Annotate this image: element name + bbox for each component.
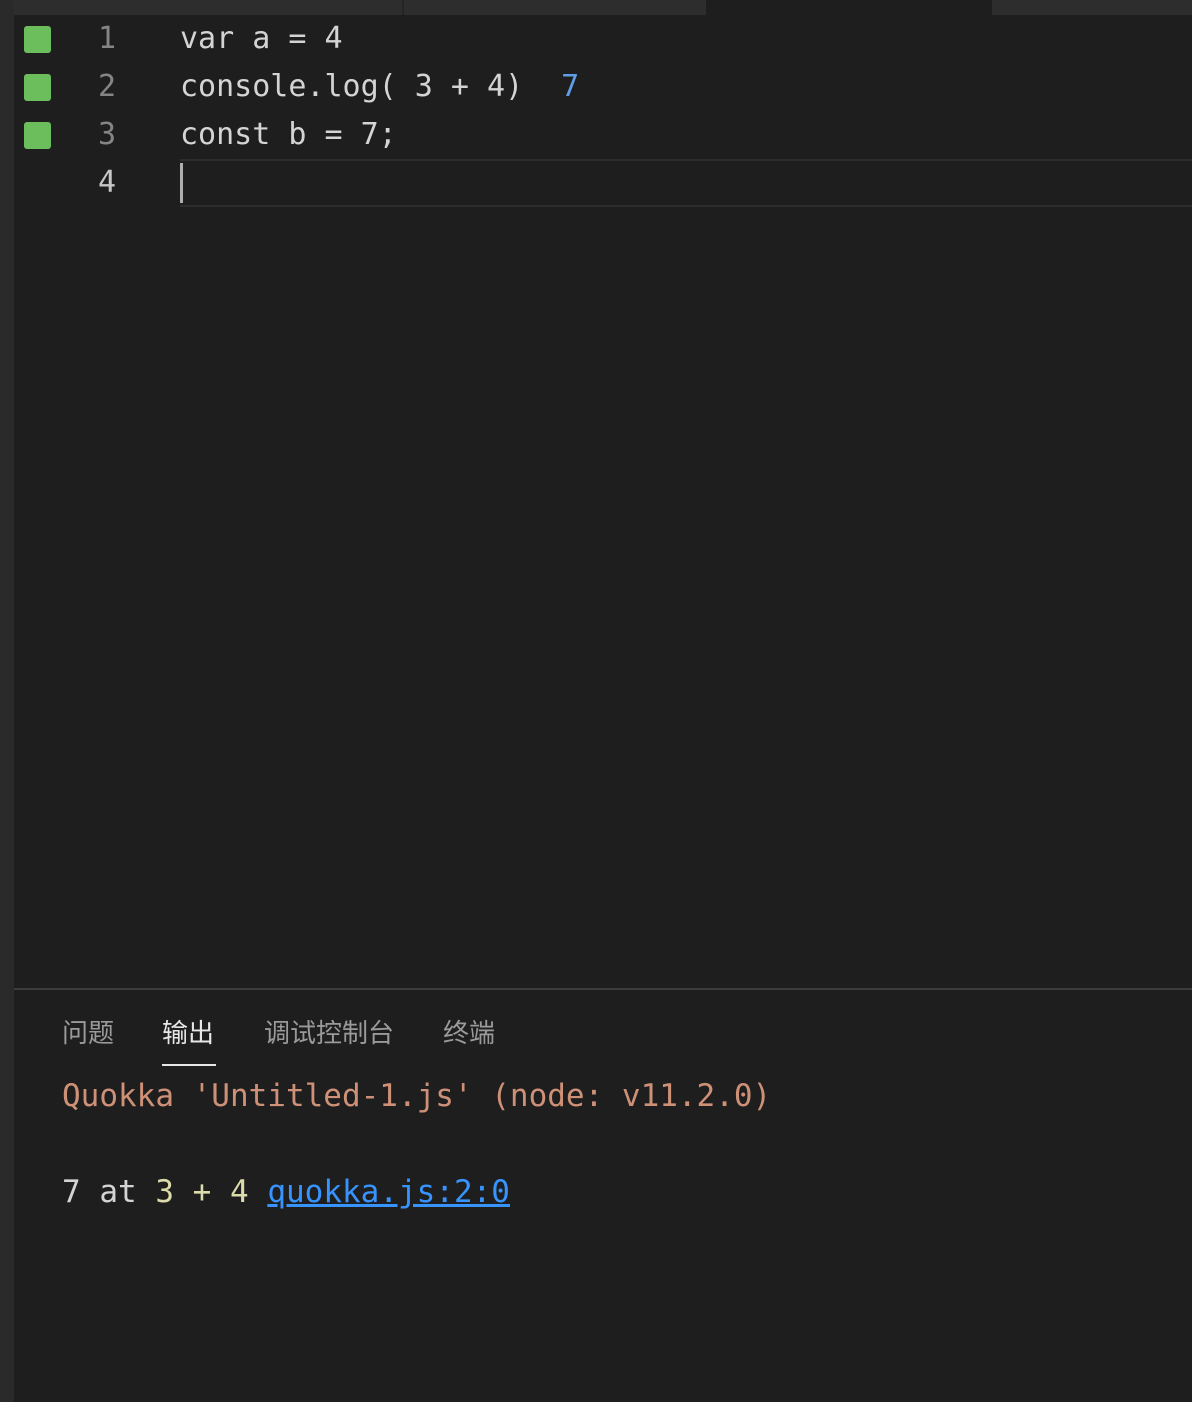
code-line[interactable]: console.log( 3 + 4) 7 <box>180 69 579 105</box>
line-number: 2 <box>97 69 116 104</box>
editor-tab-bar <box>14 0 1192 15</box>
coverage-marker-icon <box>24 122 51 149</box>
bottom-panel: 问题 输出 调试控制台 终端 Quokka 'Untitled-1.js' (n… <box>14 988 1192 1402</box>
code-text[interactable]: const b = 7; <box>180 117 397 153</box>
text-cursor <box>180 163 183 203</box>
result-value: 7 <box>62 1174 81 1210</box>
active-tab-indicator <box>162 1064 216 1066</box>
coverage-marker-icon <box>24 74 51 101</box>
code-text[interactable]: console.log( 3 + 4) <box>180 69 523 104</box>
tab-debug-console[interactable]: 调试控制台 <box>264 1018 394 1050</box>
coverage-marker-icon <box>24 26 51 53</box>
tab-separator <box>402 0 404 15</box>
result-expression: 3 + 4 <box>155 1174 249 1210</box>
tab-problems[interactable]: 问题 <box>62 1018 114 1050</box>
line-number: 1 <box>97 21 116 56</box>
code-text[interactable]: var a = 4 <box>180 21 343 57</box>
current-line-highlight <box>180 159 1192 207</box>
output-result-line: 7 at 3 + 4 quokka.js:2:0 <box>62 1173 510 1211</box>
activity-strip <box>0 0 14 1402</box>
code-editor[interactable]: 1 var a = 4 2 console.log( 3 + 4) 7 3 con… <box>14 15 1192 988</box>
tab-output[interactable]: 输出 <box>162 1018 214 1050</box>
editor-line-2[interactable]: 2 console.log( 3 + 4) 7 <box>14 63 1192 111</box>
tab-terminal[interactable]: 终端 <box>443 1018 495 1050</box>
output-header: Quokka 'Untitled-1.js' (node: v11.2.0) <box>62 1078 772 1114</box>
editor-line-1[interactable]: 1 var a = 4 <box>14 15 1192 63</box>
inline-result-value: 7 <box>561 69 580 104</box>
line-number: 3 <box>97 117 116 152</box>
active-editor-tab[interactable] <box>706 0 992 15</box>
source-location-link[interactable]: quokka.js:2:0 <box>267 1174 510 1210</box>
editor-line-3[interactable]: 3 const b = 7; <box>14 111 1192 159</box>
line-number: 4 <box>97 165 116 200</box>
result-at: at <box>99 1174 137 1210</box>
editor-line-4[interactable]: 4 <box>14 159 1192 207</box>
